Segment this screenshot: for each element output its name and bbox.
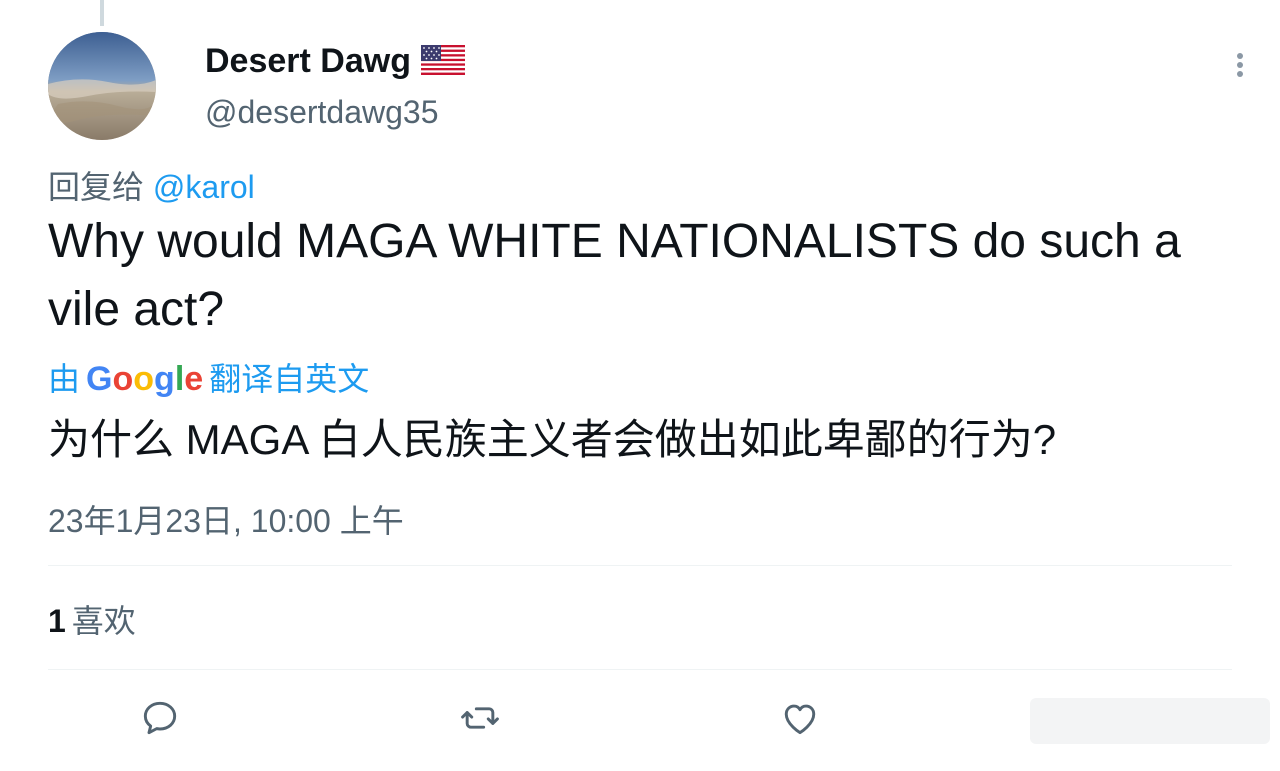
likes-stat[interactable]: 1 喜欢 — [48, 596, 136, 642]
google-logo: Google — [86, 360, 204, 398]
translated-from-label: 翻译自英文 — [209, 361, 370, 397]
us-flag-icon — [420, 45, 465, 84]
mention-link[interactable]: @karol — [153, 169, 255, 205]
translated-text: 为什么 MAGA 白人民族主义者会做出如此卑鄙的行为? — [48, 416, 1057, 463]
retweet-button[interactable] — [458, 696, 502, 740]
divider — [48, 565, 1232, 566]
tweet-text: Why would MAGA WHITE NATIONALISTS do suc… — [48, 215, 1181, 336]
watermark-overlay — [1030, 692, 1270, 752]
reply-button[interactable] — [138, 696, 182, 740]
more-options-icon[interactable] — [1226, 50, 1254, 82]
divider — [48, 669, 1232, 670]
tweet-detail: Desert Dawg @desertdawg35 回复给 @karol Why… — [0, 0, 1280, 771]
avatar-image — [48, 32, 156, 140]
replying-to-prefix: 回复给 — [48, 169, 145, 205]
likes-label: 喜欢 — [71, 603, 136, 639]
like-icon — [784, 704, 816, 735]
author-display-name-text: Desert Dawg — [205, 42, 411, 80]
replying-to: 回复给 @karol — [48, 162, 255, 208]
likes-count: 1 — [48, 603, 66, 639]
reply-icon — [143, 701, 177, 735]
thread-connector-line — [100, 0, 104, 26]
avatar[interactable] — [48, 32, 156, 140]
tweet-timestamp[interactable]: 23年1月23日, 10:00 上午 — [48, 496, 404, 542]
translation-attribution[interactable]: 由 Google 翻译自英文 — [48, 354, 369, 400]
author-handle[interactable]: @desertdawg35 — [205, 94, 439, 131]
retweet-icon — [461, 707, 499, 729]
like-button[interactable] — [778, 696, 822, 740]
translated-by-label: 由 — [48, 361, 81, 397]
author-display-name[interactable]: Desert Dawg — [205, 42, 465, 84]
